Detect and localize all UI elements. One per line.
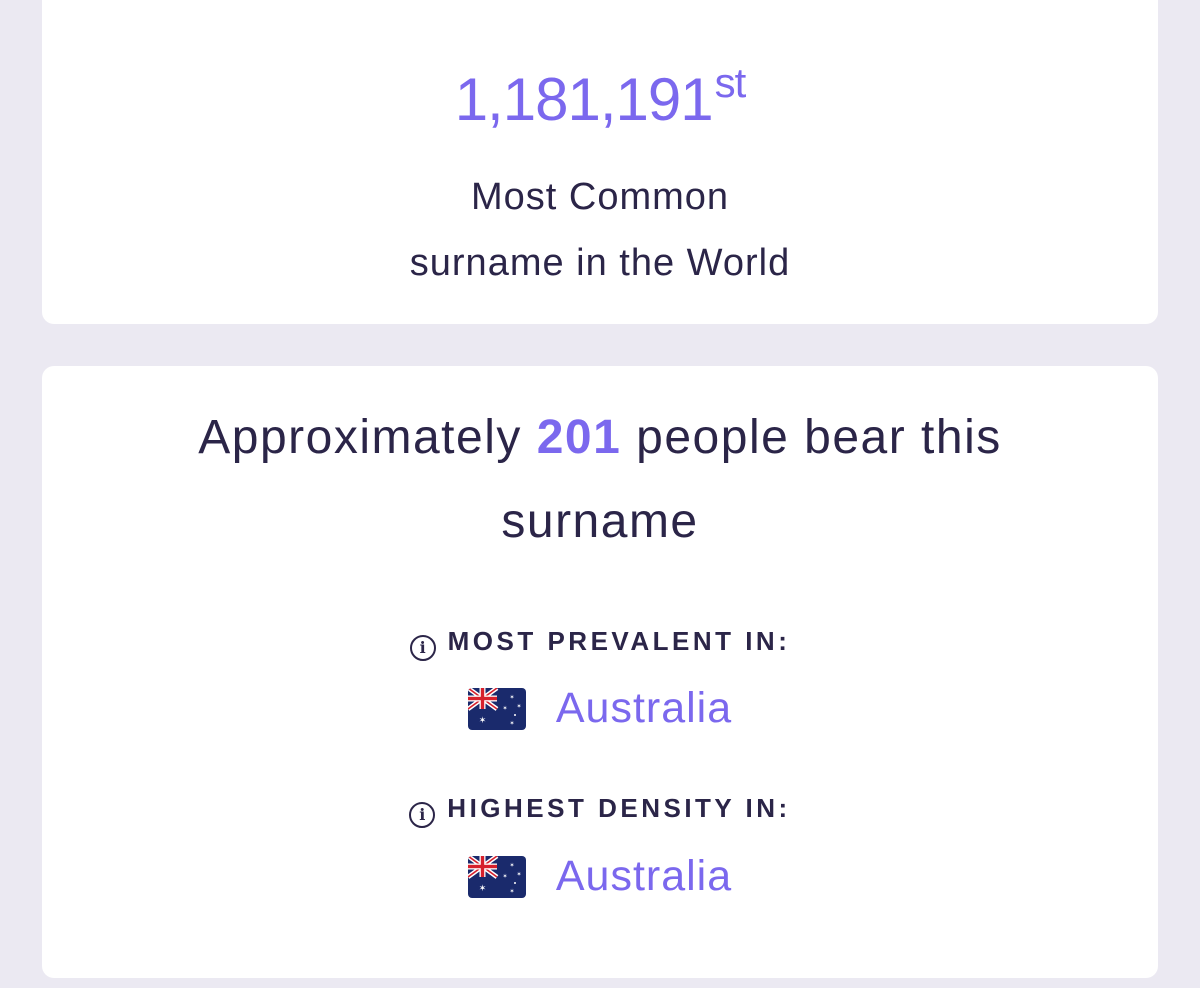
svg-text:✶: ✶: [509, 720, 514, 727]
bearers-prefix: Approximately: [198, 411, 522, 464]
highest-density-country[interactable]: ✶ ✶ ✶ ✶ ✶ Australia: [42, 852, 1158, 901]
most-prevalent-label: MOST PREVALENT IN:: [447, 626, 791, 656]
info-icon[interactable]: i: [409, 802, 436, 828]
rank-value: 1,181,191: [454, 66, 714, 133]
svg-text:✶: ✶: [479, 716, 487, 726]
most-prevalent-country-name[interactable]: Australia: [556, 684, 732, 733]
svg-text:✶: ✶: [516, 703, 521, 710]
highest-density-country-name[interactable]: Australia: [556, 852, 732, 901]
svg-text:✶: ✶: [516, 871, 521, 878]
bearers-statement: Approximately 201 people bear this surna…: [122, 396, 1078, 564]
highest-density-heading: i HIGHEST DENSITY IN:: [42, 793, 1158, 828]
svg-text:✶: ✶: [502, 873, 507, 880]
svg-text:✶: ✶: [502, 705, 507, 712]
svg-text:✶: ✶: [509, 888, 514, 895]
highest-density-label: HIGHEST DENSITY IN:: [447, 793, 791, 823]
svg-text:✶: ✶: [509, 694, 514, 701]
svg-text:✶: ✶: [479, 884, 487, 894]
rank-card: 1,181,191st Most Common surname in the W…: [42, 0, 1158, 324]
svg-text:✶: ✶: [509, 862, 514, 869]
rank-number: 1,181,191st: [42, 62, 1158, 130]
most-prevalent-country[interactable]: ✶ ✶ ✶ ✶ ✶ Australia: [42, 684, 1158, 733]
australia-flag-icon: ✶ ✶ ✶ ✶ ✶: [467, 687, 526, 730]
most-prevalent-heading: i MOST PREVALENT IN:: [42, 626, 1158, 661]
info-icon[interactable]: i: [409, 635, 436, 661]
bearers-card: Approximately 201 people bear this surna…: [42, 366, 1158, 978]
rank-desc-line1: Most Common: [470, 176, 730, 218]
rank-desc-line2: surname in the World: [409, 242, 791, 284]
bearers-count: 201: [536, 411, 622, 464]
rank-description: Most Common surname in the World: [42, 164, 1158, 296]
rank-suffix: st: [714, 59, 747, 106]
australia-flag-icon: ✶ ✶ ✶ ✶ ✶: [467, 855, 526, 898]
